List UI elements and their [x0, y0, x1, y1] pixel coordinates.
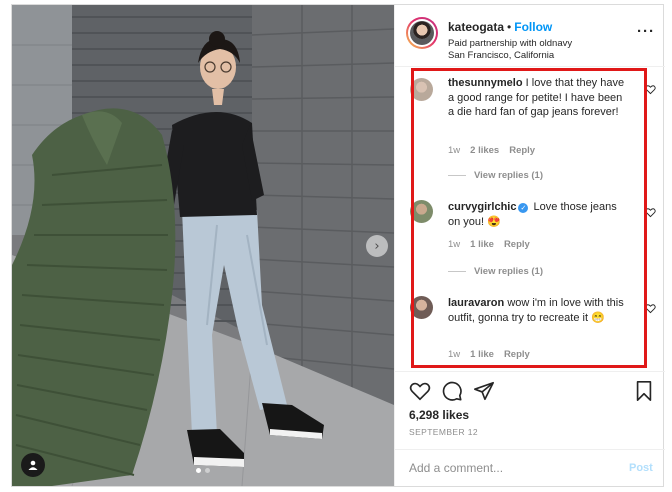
user-tag-button[interactable] — [21, 453, 45, 477]
next-photo-button[interactable]: › — [366, 235, 388, 257]
author-line: kateogata • Follow — [448, 20, 552, 34]
commenter-avatar[interactable] — [410, 78, 433, 101]
post-header: kateogata • Follow Paid partnership with o… — [395, 5, 665, 67]
comment-heart-icon[interactable] — [645, 207, 656, 218]
separator-dot: • — [507, 20, 512, 34]
post-photo[interactable]: › — [12, 5, 394, 486]
heart-icon[interactable] — [409, 380, 431, 402]
comment-icon[interactable] — [441, 380, 463, 402]
carousel-dots — [196, 468, 210, 473]
add-comment-input[interactable] — [409, 461, 609, 475]
comment-meta: 1w 1 like Reply — [448, 349, 540, 360]
bookmark-icon[interactable] — [633, 380, 655, 402]
comment-likes[interactable]: 1 like — [470, 349, 494, 360]
next-arrow-icon: › — [374, 238, 380, 254]
author-avatar[interactable] — [406, 17, 438, 49]
comment-username[interactable]: lauravaron — [448, 297, 504, 309]
comment-time[interactable]: 1w — [448, 239, 460, 250]
comment-username[interactable]: curvygirlchic — [448, 201, 516, 213]
user-tag-icon — [28, 460, 38, 470]
comment-time[interactable]: 1w — [448, 349, 460, 360]
comment-heart-icon[interactable] — [645, 84, 656, 95]
likes-count[interactable]: 6,298 likes — [409, 408, 469, 422]
comment-heart-icon[interactable] — [645, 303, 656, 314]
post-date[interactable]: SEPTEMBER 12 — [409, 427, 478, 437]
carousel-dot-active — [196, 468, 201, 473]
verified-badge-icon: ✓ — [518, 203, 529, 213]
commenter-avatar[interactable] — [410, 200, 433, 223]
commenter-avatar[interactable] — [410, 296, 433, 319]
comment-time[interactable]: 1w — [448, 145, 460, 156]
comment-likes[interactable]: 1 like — [470, 239, 494, 250]
post-comment-button[interactable]: Post — [629, 462, 653, 474]
reply-button[interactable]: Reply — [504, 349, 530, 360]
follow-button[interactable]: Follow — [514, 20, 552, 34]
post-sidebar: kateogata • Follow Paid partnership with o… — [394, 5, 665, 487]
comments-list: thesunnymelo I love that they have a goo… — [395, 68, 665, 370]
author-username[interactable]: kateogata — [448, 20, 504, 34]
add-comment-bar: Post — [395, 449, 665, 487]
view-replies-button[interactable]: View replies (1) — [448, 170, 543, 181]
comment-text: curvygirlchic ✓ Love those jeans on you! … — [448, 200, 626, 229]
comment-likes[interactable]: 2 likes — [470, 145, 499, 156]
instagram-post: › kateogata • Follow Paid partnership with… — [11, 4, 665, 487]
comment-text: lauravaron wow i'm in love with this out… — [448, 296, 626, 325]
comment-username[interactable]: thesunnymelo — [448, 77, 523, 89]
paid-partnership-label[interactable]: Paid partnership with oldnavy — [448, 38, 572, 49]
more-options-icon[interactable]: ··· — [637, 24, 655, 39]
comment-text: thesunnymelo I love that they have a goo… — [448, 76, 626, 120]
comment-meta: 1w 1 like Reply — [448, 239, 540, 250]
comment-meta: 1w 2 likes Reply — [448, 145, 545, 156]
reply-button[interactable]: Reply — [504, 239, 530, 250]
photo-image — [12, 5, 394, 486]
location-label[interactable]: San Francisco, California — [448, 50, 554, 61]
post-actions: 6,298 likes SEPTEMBER 12 Post — [395, 371, 665, 487]
view-replies-button[interactable]: View replies (1) — [448, 266, 543, 277]
share-icon[interactable] — [473, 380, 495, 402]
reply-button[interactable]: Reply — [509, 145, 535, 156]
carousel-dot — [205, 468, 210, 473]
